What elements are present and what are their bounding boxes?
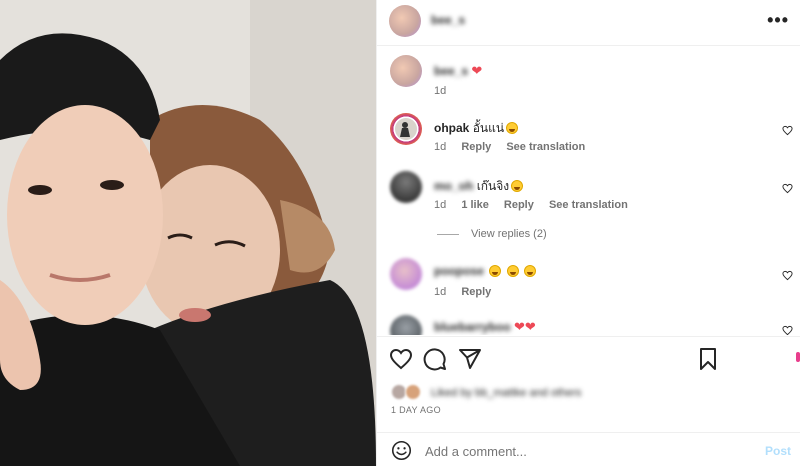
bookmark-icon[interactable] (696, 347, 720, 371)
caption-time: 1d (434, 85, 447, 97)
comment-time: 1d (434, 286, 447, 298)
commenter-avatar[interactable] (390, 113, 422, 145)
author-username[interactable]: bee_s (431, 13, 465, 27)
view-replies-label: View replies (2) (471, 228, 547, 240)
comment-item: bluebarryboo ❤❤ (377, 313, 800, 335)
reply-button[interactable]: Reply (504, 199, 534, 211)
star-struck-emoji (489, 265, 502, 277)
post-time-ago: 1 DAY AGO (391, 405, 441, 415)
red-heart-emoji: ❤ (471, 63, 483, 78)
red-heart-emoji: ❤❤ (514, 319, 536, 334)
comment-input[interactable] (425, 444, 725, 459)
liker-avatar (405, 384, 421, 400)
star-struck-emoji (524, 265, 537, 277)
heart-icon[interactable] (389, 347, 413, 371)
comment-icon[interactable] (423, 347, 447, 371)
reply-button[interactable]: Reply (461, 286, 491, 298)
commenter-avatar[interactable] (390, 171, 422, 203)
see-translation-button[interactable]: See translation (506, 141, 585, 153)
comment-username[interactable]: mo_oh (434, 179, 473, 193)
caption-item: bee_s ❤ 1d (377, 55, 800, 105)
post-side-panel: bee_s ••• bee_s ❤ 1d ohpak อั้นแน่ 1d Re… (376, 0, 800, 466)
add-comment-bar: Post (377, 432, 800, 466)
star-struck-emoji (506, 265, 519, 277)
commenter-avatar[interactable] (390, 258, 422, 290)
comment-username[interactable]: ohpak (434, 121, 469, 135)
like-comment-heart-icon[interactable] (782, 325, 793, 335)
like-comment-heart-icon[interactable] (782, 125, 793, 136)
like-comment-heart-icon[interactable] (782, 183, 793, 194)
author-avatar[interactable] (389, 5, 421, 37)
star-struck-emoji (506, 122, 519, 134)
post-photo[interactable] (0, 0, 376, 466)
person-icon (395, 118, 417, 140)
reply-button[interactable]: Reply (461, 141, 491, 153)
caption-username[interactable]: bee_s (434, 64, 468, 78)
post-header: bee_s ••• (377, 0, 800, 46)
comment-text: อั้นแน่ (472, 121, 505, 135)
commenter-avatar[interactable] (390, 315, 422, 335)
post-action-bar (377, 336, 800, 380)
author-avatar[interactable] (390, 55, 422, 87)
more-horizontal-icon[interactable]: ••• (767, 10, 789, 31)
comments-list[interactable]: bee_s ❤ 1d ohpak อั้นแน่ 1d Reply See tr… (377, 47, 800, 335)
comment-username[interactable]: poopose (434, 264, 484, 278)
view-replies-button[interactable]: View replies (2) (437, 228, 547, 240)
comment-time: 1d (434, 141, 447, 153)
liked-by-text[interactable]: Liked by bb_mattke and others (431, 387, 581, 399)
comment-item: mo_oh เก๊นจิง 1d 1 like Reply See transl… (377, 169, 800, 219)
divider-line (437, 233, 459, 235)
comment-item: ohpak อั้นแน่ 1d Reply See translation (377, 111, 800, 161)
like-comment-heart-icon[interactable] (782, 270, 793, 281)
photo-illustration (0, 0, 376, 466)
see-translation-button[interactable]: See translation (549, 199, 628, 211)
comment-time: 1d (434, 199, 447, 211)
send-icon[interactable] (458, 347, 482, 371)
grinning-emoji (511, 180, 524, 192)
comment-text: เก๊นจิง (476, 179, 510, 193)
post-comment-button[interactable]: Post (765, 444, 791, 458)
comment-username[interactable]: bluebarryboo (434, 320, 511, 334)
comment-item: poopose 1d Reply (377, 256, 800, 306)
notification-dot (796, 352, 800, 362)
liked-by-row[interactable]: Liked by bb_mattke and others (391, 384, 791, 402)
likes-count[interactable]: 1 like (461, 199, 489, 211)
emoji-smile-icon[interactable] (391, 440, 412, 461)
